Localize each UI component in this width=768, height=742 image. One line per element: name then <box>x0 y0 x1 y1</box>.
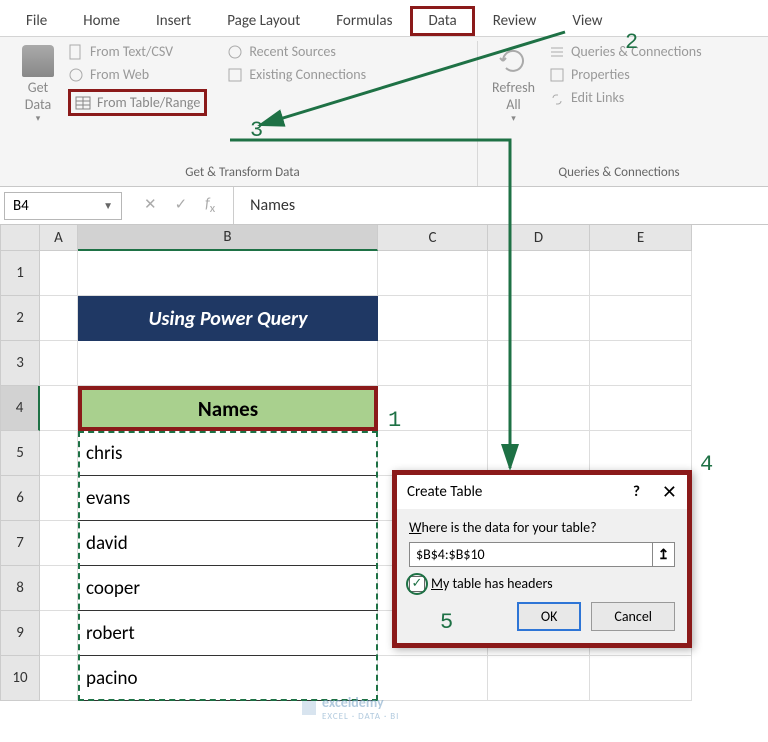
checkbox-label: My table has headers <box>431 575 553 592</box>
row-header[interactable]: 9 <box>0 611 40 656</box>
tab-data[interactable]: Data <box>410 6 474 36</box>
cancel-button[interactable]: Cancel <box>591 602 675 631</box>
ribbon-tabs: File Home Insert Page Layout Formulas Da… <box>0 0 768 37</box>
row-header[interactable]: 7 <box>0 521 40 566</box>
from-web-button[interactable]: From Web <box>68 66 207 83</box>
enter-icon[interactable]: ✓ <box>175 195 188 216</box>
formula-input[interactable]: Names <box>233 187 295 224</box>
refresh-all-button[interactable]: Refresh All ▾ <box>486 41 541 128</box>
row-header[interactable]: 10 <box>0 656 40 701</box>
tab-file[interactable]: File <box>8 6 65 36</box>
tab-view[interactable]: View <box>554 6 620 36</box>
chevron-down-icon[interactable]: ▼ <box>103 199 113 212</box>
row-header[interactable]: 3 <box>0 341 40 386</box>
from-text-csv-button[interactable]: From Text/CSV <box>68 43 207 60</box>
row-header[interactable]: 2 <box>0 296 40 341</box>
group-label-queries: Queries & Connections <box>486 161 752 186</box>
table-cell[interactable]: robert <box>78 611 378 656</box>
table-cell[interactable]: chris <box>78 431 378 476</box>
tab-review[interactable]: Review <box>475 6 555 36</box>
annotation-number: 5 <box>440 610 453 635</box>
tab-page-layout[interactable]: Page Layout <box>209 6 318 36</box>
dialog-help-button[interactable]: ? <box>633 483 640 501</box>
existing-connections-button[interactable]: Existing Connections <box>227 66 366 83</box>
watermark: exceldemy EXCEL · DATA · BI <box>300 694 399 722</box>
row-header[interactable]: 6 <box>0 476 40 521</box>
headers-checkbox[interactable]: ✓ <box>409 576 425 592</box>
table-body: chris evans david cooper robert pacino <box>78 431 378 701</box>
col-header-E[interactable]: E <box>590 225 692 251</box>
dialog-title: Create Table <box>407 483 482 501</box>
name-box[interactable]: B4 ▼ <box>4 192 122 220</box>
range-input[interactable]: ↥ <box>409 542 675 567</box>
col-header-A[interactable]: A <box>40 225 78 251</box>
range-selector-icon[interactable]: ↥ <box>652 543 674 566</box>
row-header[interactable]: 1 <box>0 251 40 296</box>
range-field[interactable] <box>410 543 652 566</box>
table-cell[interactable]: evans <box>78 476 378 521</box>
annotation-number: 2 <box>625 30 638 55</box>
table-icon <box>75 95 91 111</box>
edit-links-button[interactable]: Edit Links <box>549 89 702 106</box>
row-header[interactable]: 5 <box>0 431 40 476</box>
link-icon <box>227 67 243 83</box>
clock-icon <box>227 44 243 60</box>
col-header-C[interactable]: C <box>378 225 488 251</box>
table-cell[interactable]: david <box>78 521 378 566</box>
col-header-D[interactable]: D <box>488 225 590 251</box>
annotation-number: 4 <box>700 452 713 477</box>
tab-home[interactable]: Home <box>65 6 138 36</box>
row-header[interactable]: 8 <box>0 566 40 611</box>
select-all-corner[interactable] <box>0 225 40 251</box>
database-icon <box>22 45 54 77</box>
cancel-icon[interactable]: ✕ <box>144 195 157 216</box>
properties-icon <box>549 67 565 83</box>
close-icon[interactable]: ✕ <box>662 481 677 503</box>
get-data-button[interactable]: Get Data ▾ <box>16 41 60 128</box>
formula-bar: B4 ▼ ✕ ✓ fx Names <box>0 187 768 225</box>
fx-icon[interactable]: fx <box>205 195 215 216</box>
dialog-prompt: Where is the data for your table? <box>409 519 675 536</box>
create-table-dialog: Create Table ? ✕ Where is the data for y… <box>392 470 692 648</box>
ok-button[interactable]: OK <box>517 602 582 631</box>
table-cell[interactable]: cooper <box>78 566 378 611</box>
tab-formulas[interactable]: Formulas <box>318 6 410 36</box>
properties-button[interactable]: Properties <box>549 66 702 83</box>
chain-icon <box>549 90 565 106</box>
table-header-cell[interactable]: Names <box>78 386 378 431</box>
annotation-number: 1 <box>388 408 401 433</box>
list-icon <box>549 44 565 60</box>
group-label-get-transform: Get & Transform Data <box>16 161 469 186</box>
col-header-B[interactable]: B <box>78 225 378 251</box>
ribbon: Get Data ▾ From Text/CSV From Web From T… <box>0 37 768 187</box>
tab-insert[interactable]: Insert <box>138 6 209 36</box>
refresh-icon <box>497 45 529 77</box>
recent-sources-button[interactable]: Recent Sources <box>227 43 366 60</box>
row-header[interactable]: 4 <box>0 386 40 431</box>
logo-icon <box>300 699 318 717</box>
banner-title: Using Power Query <box>78 296 378 341</box>
from-table-range-button[interactable]: From Table/Range <box>68 89 207 116</box>
annotation-number: 3 <box>250 118 263 143</box>
document-icon <box>68 44 84 60</box>
globe-icon <box>68 67 84 83</box>
